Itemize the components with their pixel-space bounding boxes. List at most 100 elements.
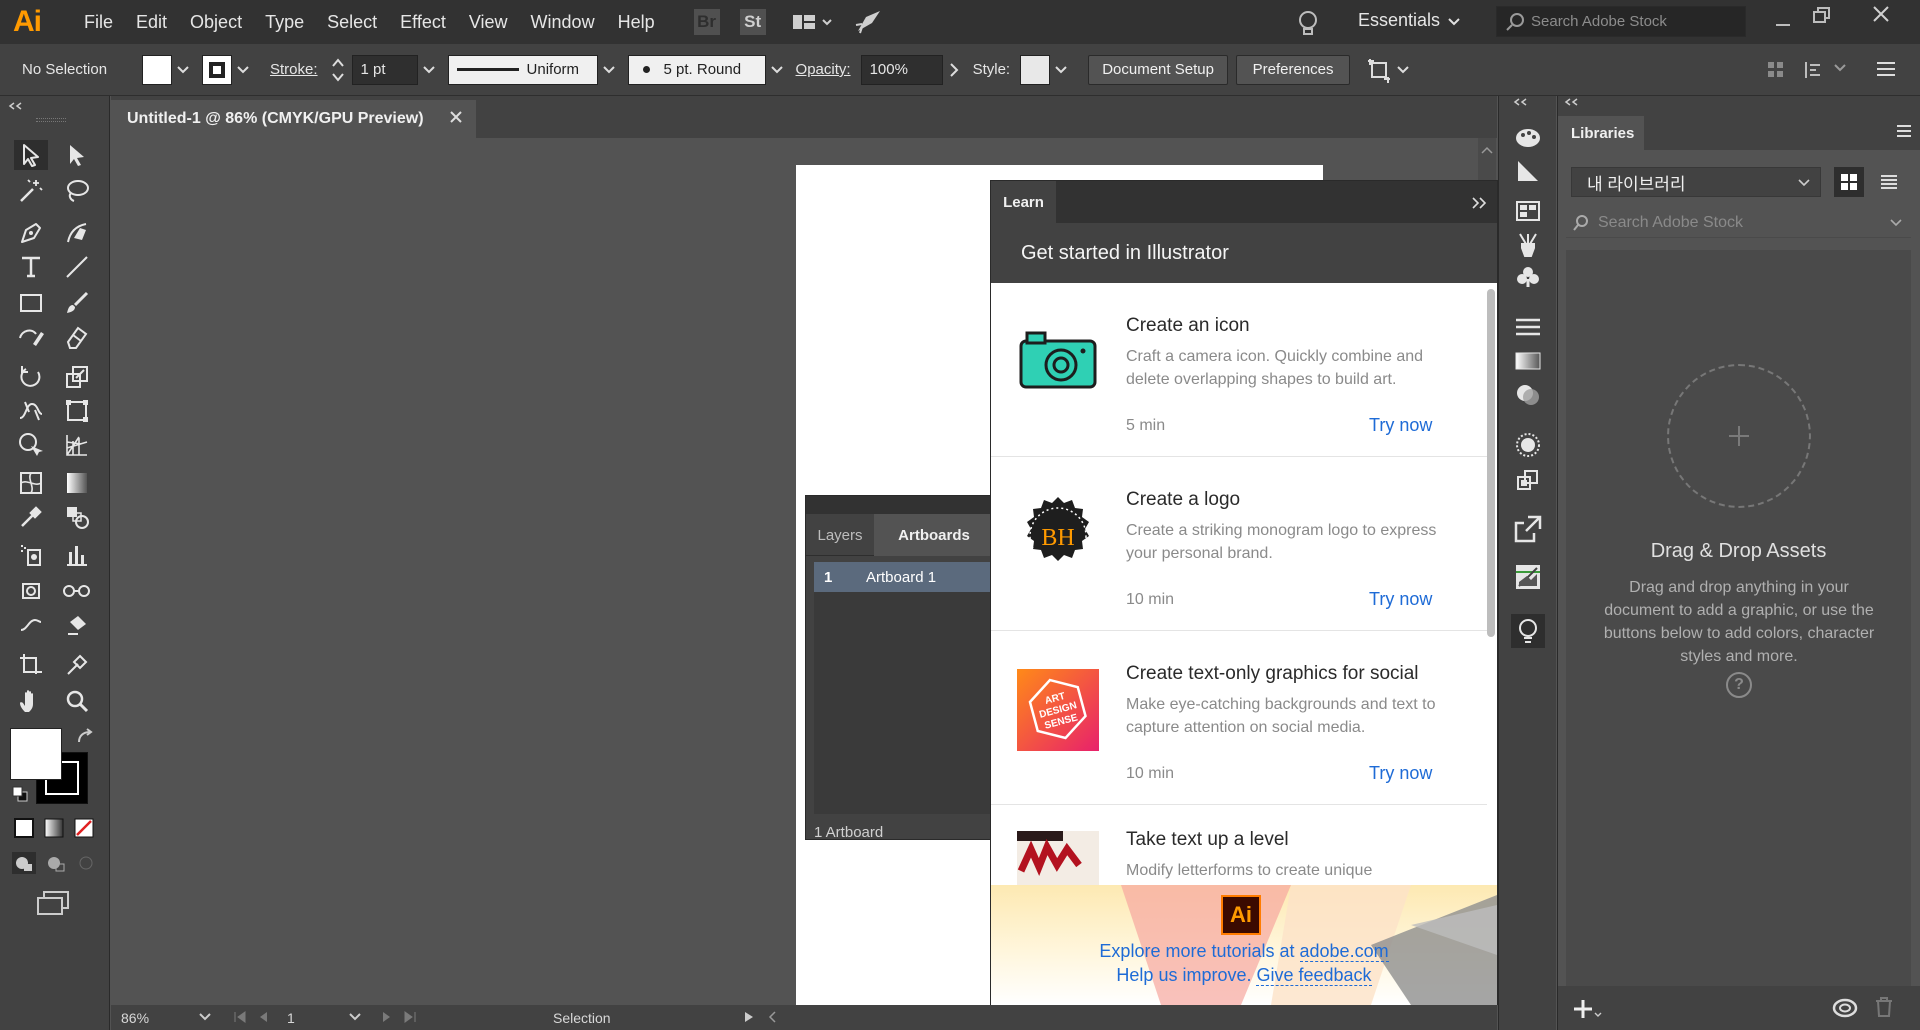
shaper-tool[interactable] [14, 322, 48, 352]
document-tab[interactable]: Untitled-1 @ 86% (CMYK/GPU Preview) [111, 100, 476, 138]
paintbrush-tool[interactable] [60, 288, 94, 318]
rotate-tool[interactable] [14, 362, 48, 392]
live-paint-tool[interactable] [60, 610, 94, 640]
try-now-link[interactable]: Try now [1369, 589, 1432, 610]
close-document-icon[interactable] [449, 110, 463, 124]
zoom-dropdown[interactable] [199, 1013, 211, 1021]
transform-icon[interactable] [1366, 57, 1392, 83]
library-search-input[interactable]: Search Adobe Stock [1566, 208, 1911, 238]
add-asset-button[interactable] [1572, 998, 1594, 1020]
default-fill-stroke-icon[interactable] [12, 786, 28, 802]
menu-file[interactable]: File [84, 12, 113, 33]
perspective-grid-tool[interactable] [60, 430, 94, 460]
gpu-performance-icon[interactable] [854, 9, 882, 35]
lightbulb-icon[interactable] [1296, 9, 1320, 37]
stroke-weight-dropdown[interactable] [418, 55, 440, 85]
first-artboard-icon[interactable] [233, 1010, 247, 1024]
screen-mode-icon[interactable] [36, 890, 70, 916]
menu-type[interactable]: Type [265, 12, 304, 33]
menu-edit[interactable]: Edit [136, 12, 167, 33]
try-now-link[interactable]: Try now [1369, 763, 1432, 784]
rectangle-tool[interactable] [14, 288, 48, 318]
transparency-icon[interactable] [1513, 380, 1543, 410]
stroke-weight-stepper[interactable] [331, 57, 346, 83]
opacity-input[interactable]: 100% [860, 54, 943, 85]
grid-view-button[interactable] [1834, 167, 1864, 197]
zoom-tool[interactable] [60, 686, 94, 716]
panel-menu-icon[interactable] [1896, 124, 1912, 138]
list-view-button[interactable] [1874, 167, 1904, 197]
graphic-styles-icon[interactable] [1513, 466, 1543, 496]
gradient-icon[interactable] [1513, 346, 1543, 376]
artboard-number-field[interactable]: 1 [283, 1008, 333, 1028]
brushes-icon[interactable] [1513, 230, 1543, 260]
stroke-panel-icon[interactable] [1513, 312, 1543, 342]
gradient-mode-button[interactable] [44, 818, 64, 838]
collapse-dock-icon[interactable] [1513, 98, 1529, 106]
last-artboard-icon[interactable] [403, 1010, 417, 1024]
fill-swatch[interactable] [142, 54, 172, 85]
opacity-label[interactable]: Opacity: [796, 61, 851, 78]
tab-libraries[interactable]: Libraries [1558, 116, 1644, 150]
line-segment-tool[interactable] [60, 252, 94, 282]
collapse-panel-icon[interactable] [8, 102, 24, 110]
magic-wand-tool[interactable] [14, 176, 48, 206]
width-tool[interactable] [14, 396, 48, 426]
control-bar-menu-icon[interactable] [1876, 60, 1896, 78]
color-mode-button[interactable] [14, 818, 34, 838]
free-transform-tool[interactable] [60, 396, 94, 426]
menu-window[interactable]: Window [531, 12, 595, 33]
none-mode-button[interactable] [74, 818, 94, 838]
stroke-label[interactable]: Stroke: [270, 61, 318, 78]
next-artboard-icon[interactable] [381, 1010, 393, 1024]
stroke-color-dropdown[interactable] [232, 55, 254, 85]
curvature-tool[interactable] [60, 218, 94, 248]
delete-icon[interactable] [1874, 996, 1894, 1018]
shape-builder-tool[interactable] [14, 430, 48, 460]
tab-layers[interactable]: Layers [806, 514, 874, 556]
opacity-expand[interactable] [943, 55, 965, 85]
creative-cloud-sync-icon[interactable] [1832, 998, 1858, 1018]
symbol-sprayer-tool[interactable] [14, 540, 48, 570]
stock-button[interactable]: St [739, 9, 766, 35]
draw-normal-icon[interactable] [12, 852, 36, 874]
scale-tool[interactable] [60, 362, 94, 392]
try-now-link[interactable]: Try now [1369, 415, 1432, 436]
brush-definition[interactable]: 5 pt. Round [627, 54, 766, 85]
tab-artboards[interactable]: Artboards [874, 514, 994, 556]
collapse-panel-icon[interactable] [1564, 98, 1580, 106]
lasso-tool[interactable] [60, 176, 94, 206]
menu-object[interactable]: Object [190, 12, 242, 33]
profile-dropdown[interactable] [598, 55, 620, 85]
knife-tool[interactable] [14, 610, 48, 640]
image-trace-icon[interactable] [1513, 562, 1543, 592]
learn-panel-icon[interactable] [1511, 614, 1545, 648]
blend-tool[interactable] [60, 502, 94, 532]
collapse-panel-icon[interactable] [1471, 197, 1487, 209]
color-guide-icon[interactable] [1513, 122, 1543, 152]
artboard-tool[interactable] [14, 576, 48, 606]
appearance-icon[interactable] [1513, 430, 1543, 460]
graphic-style-swatch[interactable] [1020, 54, 1051, 85]
swap-fill-stroke-icon[interactable] [76, 728, 94, 746]
learn-scrollbar-thumb[interactable] [1487, 289, 1495, 637]
stock-search-input[interactable]: Search Adobe Stock [1496, 6, 1746, 37]
tutorial-card-text[interactable]: Take text up a level Modify letterforms … [991, 805, 1487, 885]
type-tool[interactable] [14, 252, 48, 282]
fill-dropdown[interactable] [172, 55, 194, 85]
help-icon[interactable]: ? [1726, 672, 1752, 698]
library-drop-zone[interactable]: Drag & Drop Assets Drag and drop anythin… [1566, 250, 1911, 995]
preferences-button[interactable]: Preferences [1236, 54, 1351, 85]
column-graph-tool[interactable] [60, 540, 94, 570]
graphic-style-dropdown[interactable] [1050, 55, 1072, 85]
status-menu-icon[interactable] [743, 1010, 755, 1024]
menu-view[interactable]: View [469, 12, 508, 33]
draw-inside-icon[interactable] [76, 852, 96, 874]
chevron-down-icon[interactable] [1447, 17, 1461, 27]
stroke-weight-input[interactable]: 1 pt [351, 54, 418, 85]
align-icon[interactable] [1766, 60, 1786, 80]
workspace-switcher[interactable]: Essentials [1358, 10, 1440, 31]
puppet-warp-tool[interactable] [60, 576, 94, 606]
menu-select[interactable]: Select [327, 12, 377, 33]
tutorial-card-icon[interactable]: Create an icon Craft a camera icon. Quic… [991, 283, 1487, 457]
